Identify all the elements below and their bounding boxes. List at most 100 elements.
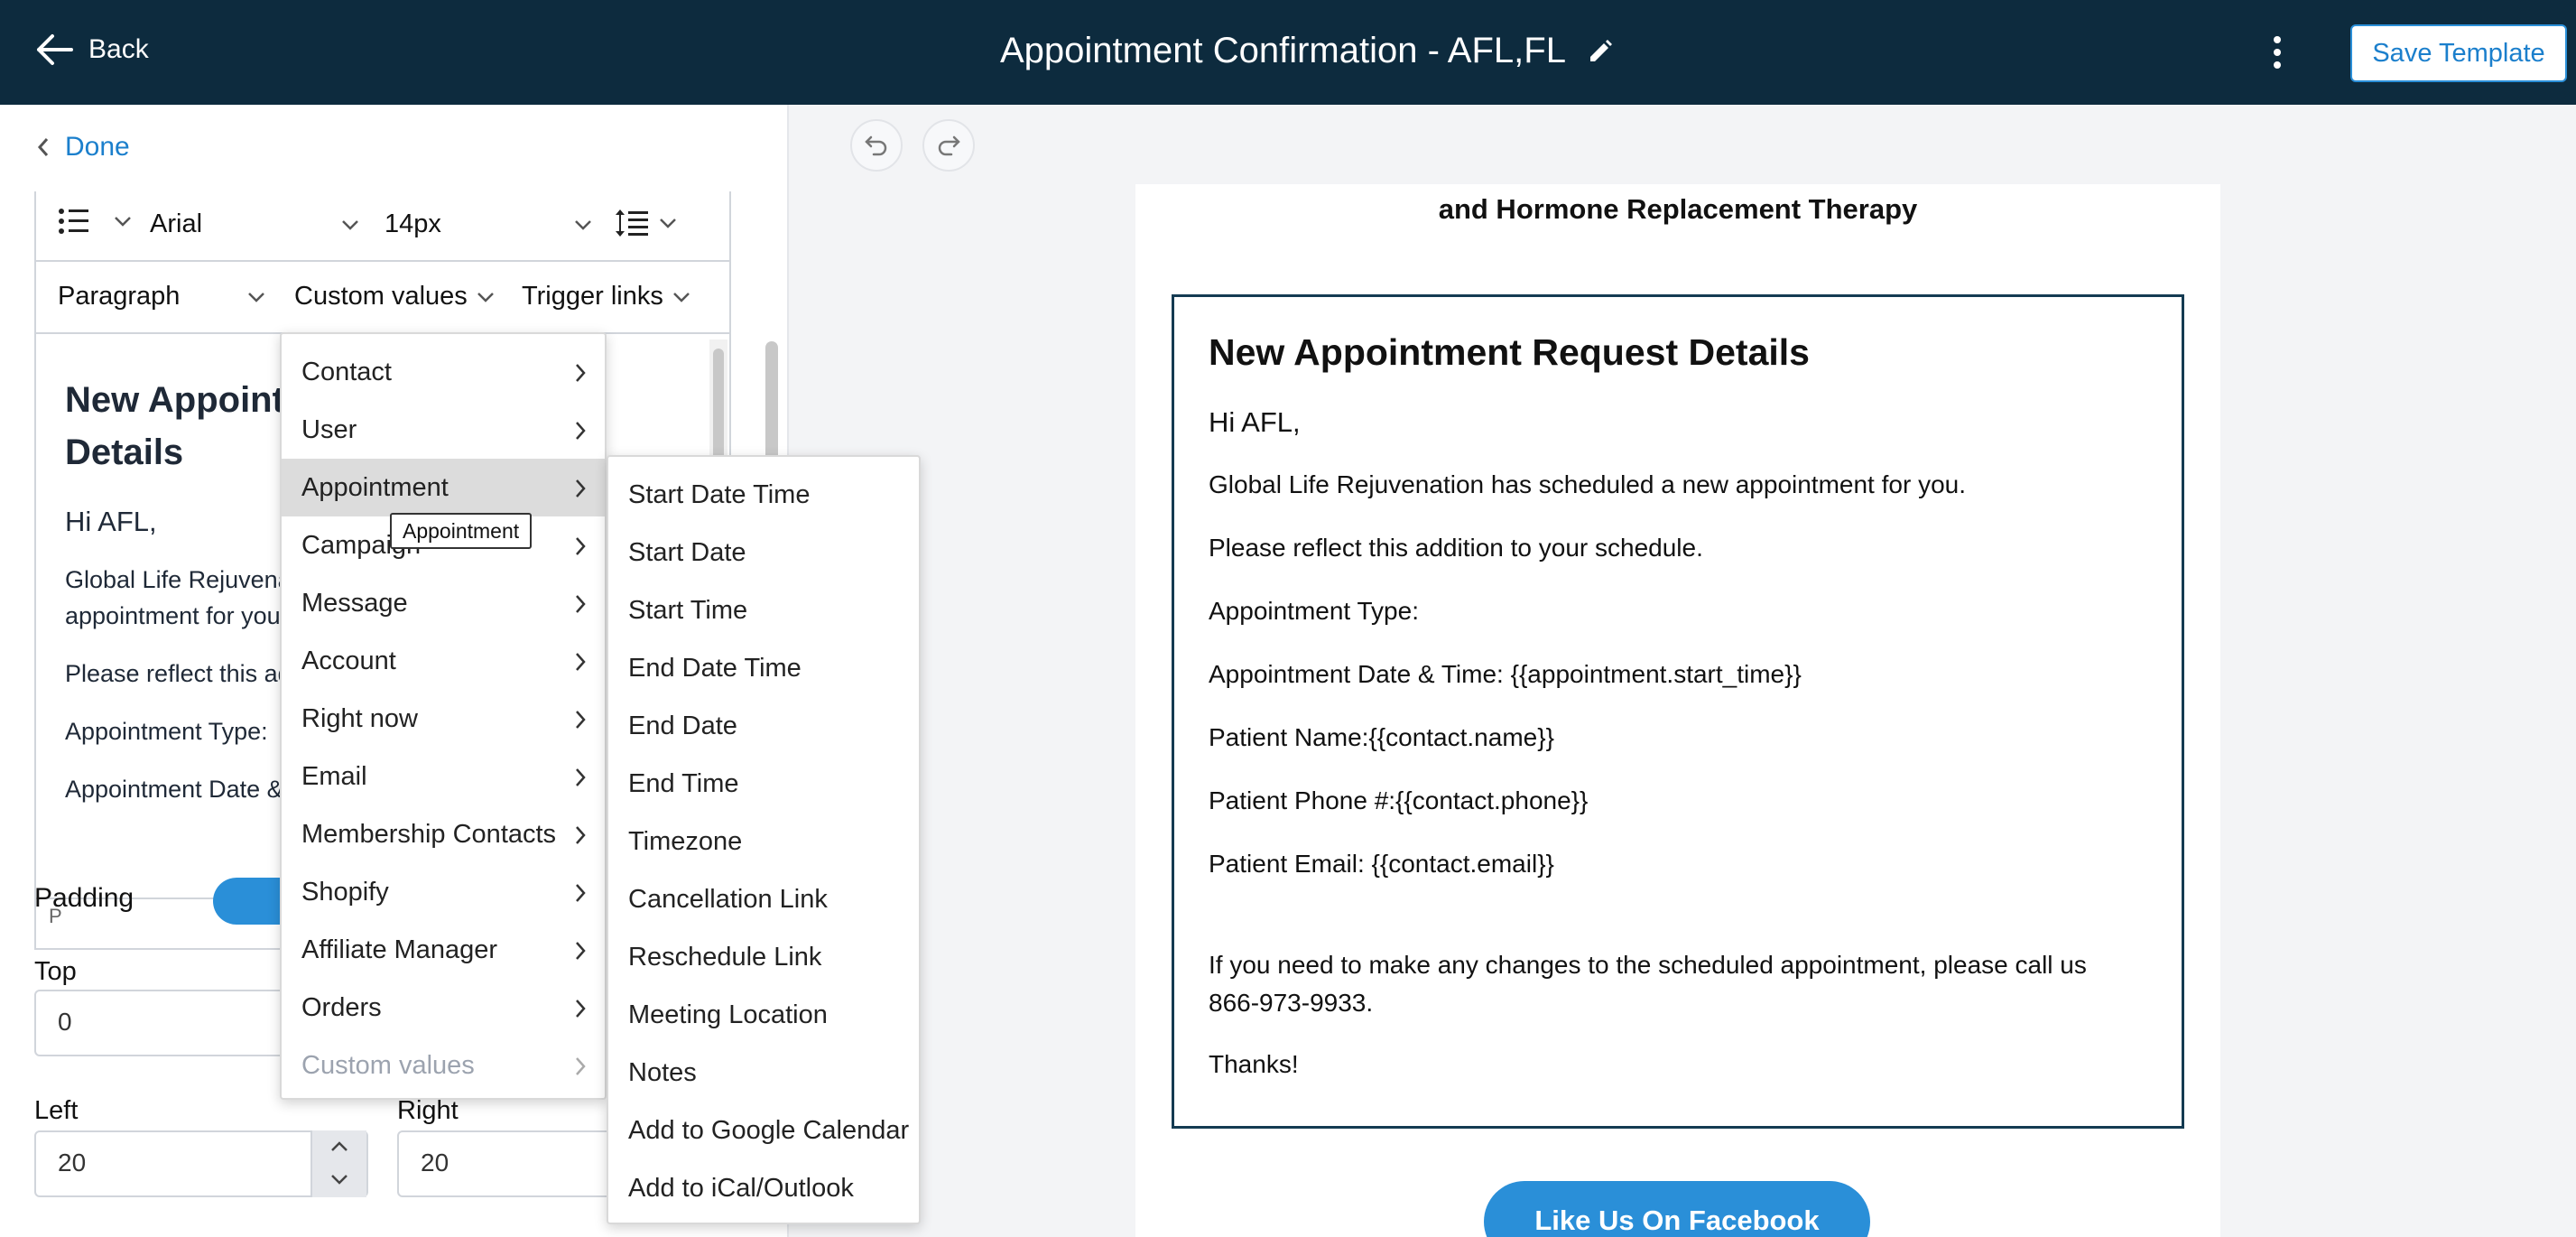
font-family-select[interactable]: Arial	[150, 209, 359, 239]
submenu-item[interactable]: End Date	[608, 697, 919, 755]
appointment-details-block[interactable]: New Appointment Request Details Hi AFL, …	[1172, 294, 2184, 1129]
more-options-icon[interactable]	[2264, 33, 2291, 72]
trigger-links-dropdown[interactable]: Trigger links	[522, 282, 690, 312]
done-label: Done	[65, 132, 130, 162]
appointment-submenu: Start Date Time Start Date Start Time En…	[607, 455, 921, 1224]
card-heading: New Appointment Request Details	[1209, 331, 1810, 373]
top-bar: Back Appointment Confirmation - AFL,FL S…	[0, 0, 2576, 105]
chevron-right-icon	[576, 826, 586, 844]
custom-values-label: Custom values	[294, 282, 468, 311]
list-dropdown[interactable]	[58, 208, 132, 235]
top-label: Top	[34, 957, 77, 986]
undo-button[interactable]	[850, 119, 903, 172]
chevron-down-icon	[331, 1175, 347, 1185]
font-size-value: 14px	[385, 209, 441, 238]
menu-item-user[interactable]: User	[282, 401, 605, 459]
chevron-right-icon	[576, 1000, 586, 1018]
chevron-right-icon	[576, 942, 586, 960]
menu-item-membership-contacts[interactable]: Membership Contacts	[282, 805, 605, 863]
back-label: Back	[88, 34, 149, 64]
menu-item-affiliate-manager[interactable]: Affiliate Manager	[282, 921, 605, 979]
submenu-item[interactable]: Notes	[608, 1044, 919, 1102]
like-facebook-button[interactable]: Like Us On Facebook	[1484, 1181, 1870, 1237]
menu-item-account[interactable]: Account	[282, 632, 605, 690]
menu-item-custom-values[interactable]: Custom values	[282, 1037, 605, 1094]
custom-values-dropdown[interactable]: Custom values	[294, 282, 495, 312]
redo-button[interactable]	[922, 119, 975, 172]
submenu-item[interactable]: Start Date Time	[608, 466, 919, 524]
custom-values-menu: Contact User Appointment Campaign Messag…	[280, 332, 607, 1100]
template-title-text: Appointment Confirmation - AFL,FL	[1000, 31, 1566, 70]
menu-item-right-now[interactable]: Right now	[282, 690, 605, 748]
card-paragraph: Please reflect this addition to your sch…	[1209, 534, 1703, 562]
tooltip: Appointment	[390, 513, 533, 549]
trigger-links-label: Trigger links	[522, 282, 663, 311]
menu-item-email[interactable]: Email	[282, 748, 605, 805]
submenu-item[interactable]: Cancellation Link	[608, 870, 919, 928]
chevron-down-icon	[575, 219, 591, 230]
menu-item-appointment[interactable]: Appointment	[282, 459, 605, 516]
editor-toolbar-row-1: Arial 14px	[36, 191, 729, 262]
back-button[interactable]: Back	[34, 33, 149, 67]
card-paragraph: Patient Name:{{contact.name}}	[1209, 723, 1554, 751]
chevron-down-icon	[477, 292, 494, 302]
chevron-right-icon	[576, 537, 586, 555]
editor-toolbar-row-2: Paragraph Custom values Trigger links	[36, 262, 729, 334]
chevron-right-icon	[576, 1057, 586, 1075]
done-button[interactable]: Done	[36, 132, 130, 163]
redo-icon	[938, 135, 960, 156]
submenu-item[interactable]: Timezone	[608, 813, 919, 870]
submenu-item[interactable]: Start Time	[608, 581, 919, 639]
email-subheading: and Hormone Replacement Therapy	[1438, 193, 1918, 225]
menu-item-orders[interactable]: Orders	[282, 979, 605, 1037]
chevron-right-icon	[576, 479, 586, 498]
menu-item-message[interactable]: Message	[282, 574, 605, 632]
submenu-item[interactable]: Meeting Location	[608, 986, 919, 1044]
card-paragraph: Global Life Rejuvenation has scheduled a…	[1209, 470, 1966, 498]
submenu-item[interactable]: Add to iCal/Outlook	[608, 1159, 919, 1217]
submenu-item[interactable]: Add to Google Calendar	[608, 1102, 919, 1159]
menu-item-contact[interactable]: Contact	[282, 343, 605, 401]
submenu-item[interactable]: Reschedule Link	[608, 928, 919, 986]
font-family-value: Arial	[150, 209, 203, 238]
chevron-down-icon	[660, 219, 676, 228]
chevron-right-icon	[576, 422, 586, 440]
template-title: Appointment Confirmation - AFL,FL	[1000, 31, 1613, 71]
preview-toolbar	[791, 105, 2576, 184]
chevron-right-icon	[576, 768, 586, 786]
increment-button[interactable]	[312, 1130, 366, 1163]
list-icon	[59, 209, 88, 234]
submenu-item[interactable]: End Date Time	[608, 639, 919, 697]
submenu-item[interactable]: End Time	[608, 755, 919, 813]
line-height-dropdown[interactable]	[614, 208, 677, 238]
chevron-right-icon	[576, 884, 586, 902]
card-paragraph: Thanks!	[1209, 1050, 1299, 1078]
left-padding-stepper[interactable]	[310, 1130, 366, 1197]
left-label: Left	[34, 1096, 79, 1125]
chevron-down-icon	[115, 217, 131, 227]
block-format-value: Paragraph	[58, 282, 181, 311]
menu-item-shopify[interactable]: Shopify	[282, 863, 605, 921]
save-template-button[interactable]: Save Template	[2350, 24, 2567, 82]
card-paragraph: Appointment Type:	[1209, 597, 1419, 625]
padding-label: Padding	[34, 883, 134, 913]
chevron-down-icon	[248, 292, 264, 302]
line-height-icon	[616, 209, 648, 237]
submenu-item[interactable]: Start Date	[608, 524, 919, 581]
block-format-select[interactable]: Paragraph	[58, 282, 265, 312]
pencil-icon[interactable]	[1588, 39, 1613, 64]
arrow-left-icon	[37, 34, 73, 65]
chevron-left-icon	[37, 138, 49, 156]
chevron-up-icon	[331, 1141, 347, 1151]
card-paragraph: Appointment Date & Time: {{appointment.s…	[1209, 660, 1802, 688]
chevron-right-icon	[576, 364, 586, 382]
decrement-button[interactable]	[312, 1163, 366, 1195]
chevron-down-icon	[672, 292, 690, 302]
card-paragraph: If you need to make any changes to the s…	[1209, 951, 2087, 979]
card-paragraph: 866-973-9933.	[1209, 989, 1374, 1017]
chevron-right-icon	[576, 653, 586, 671]
font-size-select[interactable]: 14px	[385, 209, 592, 239]
card-paragraph: Patient Email: {{contact.email}}	[1209, 850, 1554, 878]
undo-icon	[865, 135, 887, 156]
card-paragraph: Patient Phone #:{{contact.phone}}	[1209, 786, 1589, 814]
